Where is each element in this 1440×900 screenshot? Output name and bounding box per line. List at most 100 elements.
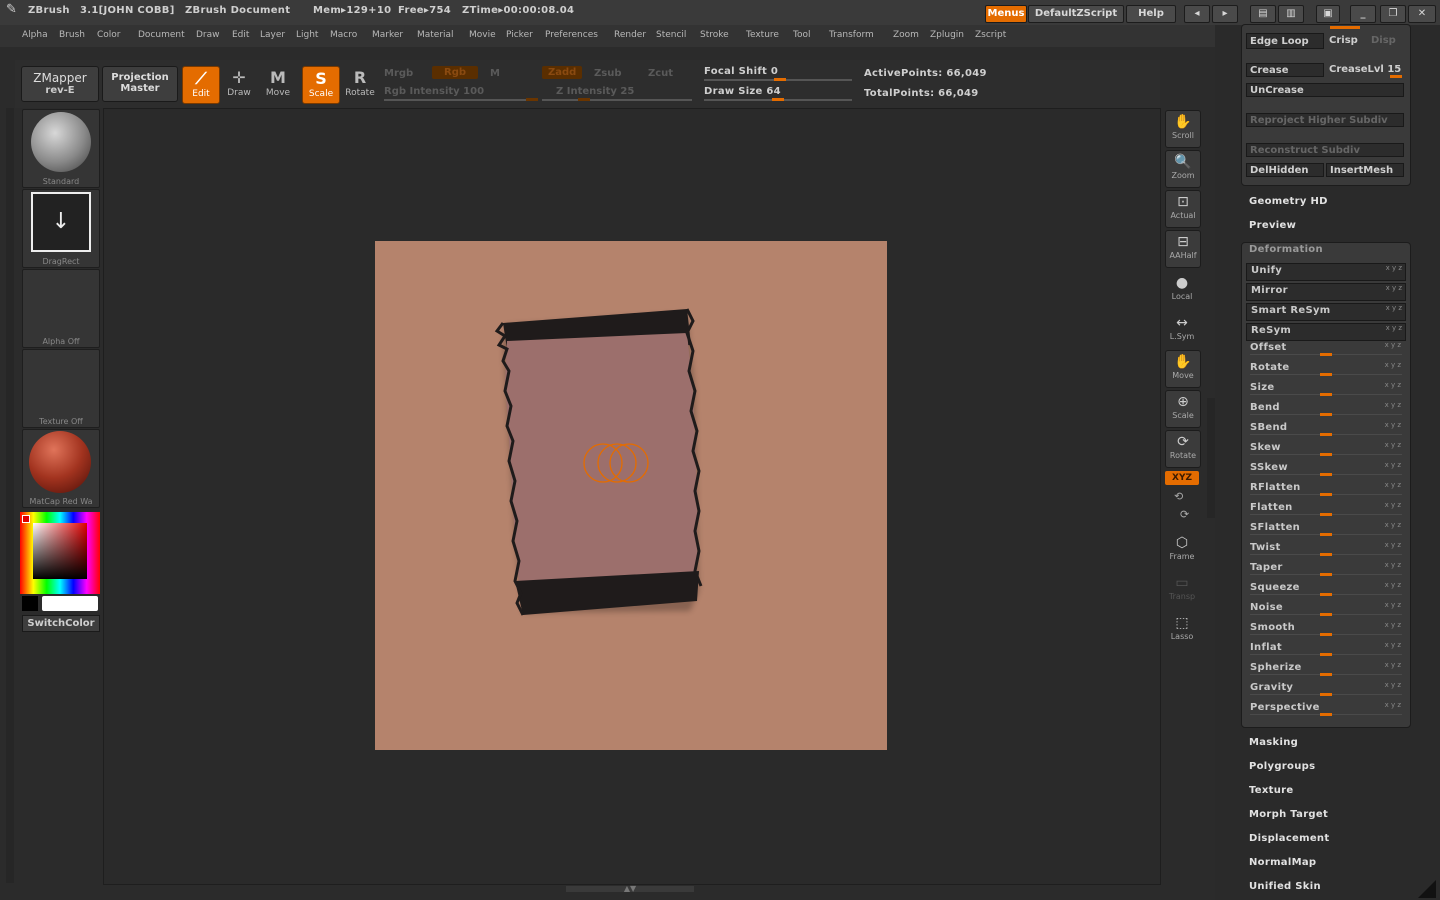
xyz-axis-toggle-icon[interactable]: x y z [1385, 681, 1401, 689]
slider-knob[interactable] [1320, 693, 1332, 696]
menu-stroke[interactable]: Stroke [700, 30, 729, 40]
zscript-button[interactable]: DefaultZScript [1028, 5, 1124, 23]
xyz-axis-toggle-icon[interactable]: x y z [1385, 481, 1401, 489]
slider-knob[interactable] [1320, 593, 1332, 596]
deformation-inflat[interactable]: Inflat x y z [1246, 641, 1404, 657]
slider-knob[interactable] [1320, 373, 1332, 376]
scale-button[interactable]: S Scale [302, 66, 340, 104]
mrgb-button[interactable]: Mrgb [384, 68, 413, 79]
move-view-button[interactable]: ✋ Move [1165, 350, 1201, 388]
zmapper-button[interactable]: ZMapper rev-E [21, 66, 99, 102]
deformation-sflatten[interactable]: SFlatten x y z [1246, 521, 1404, 537]
primary-color-swatch[interactable] [42, 596, 98, 611]
deformation-smooth[interactable]: Smooth x y z [1246, 621, 1404, 637]
minimize-icon[interactable]: _ [1350, 5, 1376, 23]
m-button[interactable]: M [490, 68, 500, 79]
transp-button[interactable]: ▭ Transp [1165, 572, 1199, 608]
layout-alt-icon[interactable]: ▥ [1278, 5, 1304, 23]
slider-knob[interactable] [1320, 433, 1332, 436]
deformation-section[interactable]: Deformation [1249, 244, 1323, 255]
rotate-button[interactable]: R Rotate [342, 66, 378, 102]
menu-render[interactable]: Render [614, 30, 646, 40]
draw-size-slider[interactable]: Draw Size 64 [704, 86, 781, 97]
zadd-button[interactable]: Zadd [542, 66, 583, 79]
slider-knob[interactable] [1320, 673, 1332, 676]
menus-button[interactable]: Menus [985, 5, 1027, 23]
xyz-axis-toggle-icon[interactable]: x y z [1385, 501, 1401, 509]
deformation-taper[interactable]: Taper x y z [1246, 561, 1404, 577]
deformation-noise[interactable]: Noise x y z [1246, 601, 1404, 617]
bottom-tray-handle[interactable]: ▲▼ [566, 885, 694, 893]
menu-draw[interactable]: Draw [196, 30, 220, 40]
insertmesh-button[interactable]: InsertMesh [1326, 163, 1404, 177]
morph-target-section[interactable]: Morph Target [1249, 809, 1328, 820]
deformation-unify[interactable]: Unify x y z [1246, 263, 1406, 281]
z-intensity-knob[interactable] [578, 98, 590, 101]
deformation-sskew[interactable]: SSkew x y z [1246, 461, 1404, 477]
edit-button[interactable]: ⟋ Edit [182, 66, 220, 104]
rotate-view-button[interactable]: ⟳ Rotate [1165, 430, 1201, 468]
secondary-color-swatch[interactable] [22, 596, 38, 611]
color-picker[interactable] [20, 512, 100, 594]
projection-master-button[interactable]: Projection Master [102, 66, 178, 102]
deformation-gravity[interactable]: Gravity x y z [1246, 681, 1404, 697]
xyz-axis-toggle-icon[interactable]: x y z [1386, 284, 1402, 292]
deformation-perspective[interactable]: Perspective x y z [1246, 701, 1404, 717]
displacement-section[interactable]: Displacement [1249, 833, 1329, 844]
xyz-axis-toggle-icon[interactable]: x y z [1385, 581, 1401, 589]
move-button[interactable]: M Move [260, 66, 296, 102]
draw-button[interactable]: ✛ Draw [221, 66, 257, 102]
deformation-squeeze[interactable]: Squeeze x y z [1246, 581, 1404, 597]
xyz-axis-toggle-icon[interactable]: x y z [1386, 324, 1402, 332]
xyz-button[interactable]: XYZ [1165, 471, 1199, 485]
disp-button[interactable]: Disp [1368, 33, 1404, 49]
rgb-intensity-slider[interactable]: Rgb Intensity 100 [384, 86, 484, 97]
delhidden-button[interactable]: DelHidden [1246, 163, 1324, 177]
creaselvl-knob[interactable] [1390, 75, 1402, 78]
preview-section[interactable]: Preview [1249, 220, 1296, 231]
focal-shift-slider[interactable]: Focal Shift 0 [704, 66, 778, 77]
brush-selector[interactable]: Standard [22, 109, 100, 188]
xyz-axis-toggle-icon[interactable]: x y z [1385, 381, 1401, 389]
zcut-button[interactable]: Zcut [648, 68, 673, 79]
rgb-intensity-knob[interactable] [526, 98, 538, 101]
slider-knob[interactable] [1320, 513, 1332, 516]
deformation-smart-resym[interactable]: Smart ReSym x y z [1246, 303, 1406, 321]
reconstruct-button[interactable]: Reconstruct Subdiv [1246, 143, 1404, 157]
uncrease-button[interactable]: UnCrease [1246, 83, 1404, 97]
menu-zscript[interactable]: Zscript [975, 30, 1006, 40]
actual-button[interactable]: ⊡ Actual [1165, 190, 1201, 228]
slider-knob[interactable] [1320, 533, 1332, 536]
menu-texture[interactable]: Texture [746, 30, 779, 40]
masking-section[interactable]: Masking [1249, 737, 1298, 748]
saturation-square[interactable] [33, 523, 87, 579]
lock-icon[interactable]: ▣ [1316, 5, 1340, 23]
deformation-rotate[interactable]: Rotate x y z [1246, 361, 1404, 377]
normalmap-section[interactable]: NormalMap [1249, 857, 1316, 868]
menu-zplugin[interactable]: Zplugin [930, 30, 964, 40]
menu-preferences[interactable]: Preferences [545, 30, 598, 40]
menu-macro[interactable]: Macro [330, 30, 357, 40]
menu-edit[interactable]: Edit [232, 30, 249, 40]
slider-knob[interactable] [1320, 653, 1332, 656]
texture-selector[interactable]: Texture Off [22, 349, 100, 428]
xyz-axis-toggle-icon[interactable]: x y z [1385, 561, 1401, 569]
scroll-button[interactable]: ✋ Scroll [1165, 110, 1201, 148]
aahalf-button[interactable]: ⊟ AAHalf [1165, 230, 1201, 268]
slider-knob[interactable] [1320, 573, 1332, 576]
deformation-sbend[interactable]: SBend x y z [1246, 421, 1404, 437]
slider-knob[interactable] [1320, 713, 1332, 716]
menu-brush[interactable]: Brush [59, 30, 85, 40]
xyz-axis-toggle-icon[interactable]: x y z [1385, 601, 1401, 609]
menu-document[interactable]: Document [138, 30, 185, 40]
crisp-button[interactable]: Crisp [1326, 33, 1366, 49]
lasso-button[interactable]: ⬚ Lasso [1165, 612, 1199, 648]
slider-knob[interactable] [1320, 633, 1332, 636]
rgb-button[interactable]: Rgb [432, 66, 479, 79]
slider-knob[interactable] [1320, 353, 1332, 356]
stroke-selector[interactable]: ↓ DragRect [22, 189, 100, 268]
switchcolor-button[interactable]: SwitchColor [22, 615, 100, 632]
slider-knob[interactable] [1320, 473, 1332, 476]
zoom-button[interactable]: 🔍 Zoom [1165, 150, 1201, 188]
alpha-selector[interactable]: Alpha Off [22, 269, 100, 348]
